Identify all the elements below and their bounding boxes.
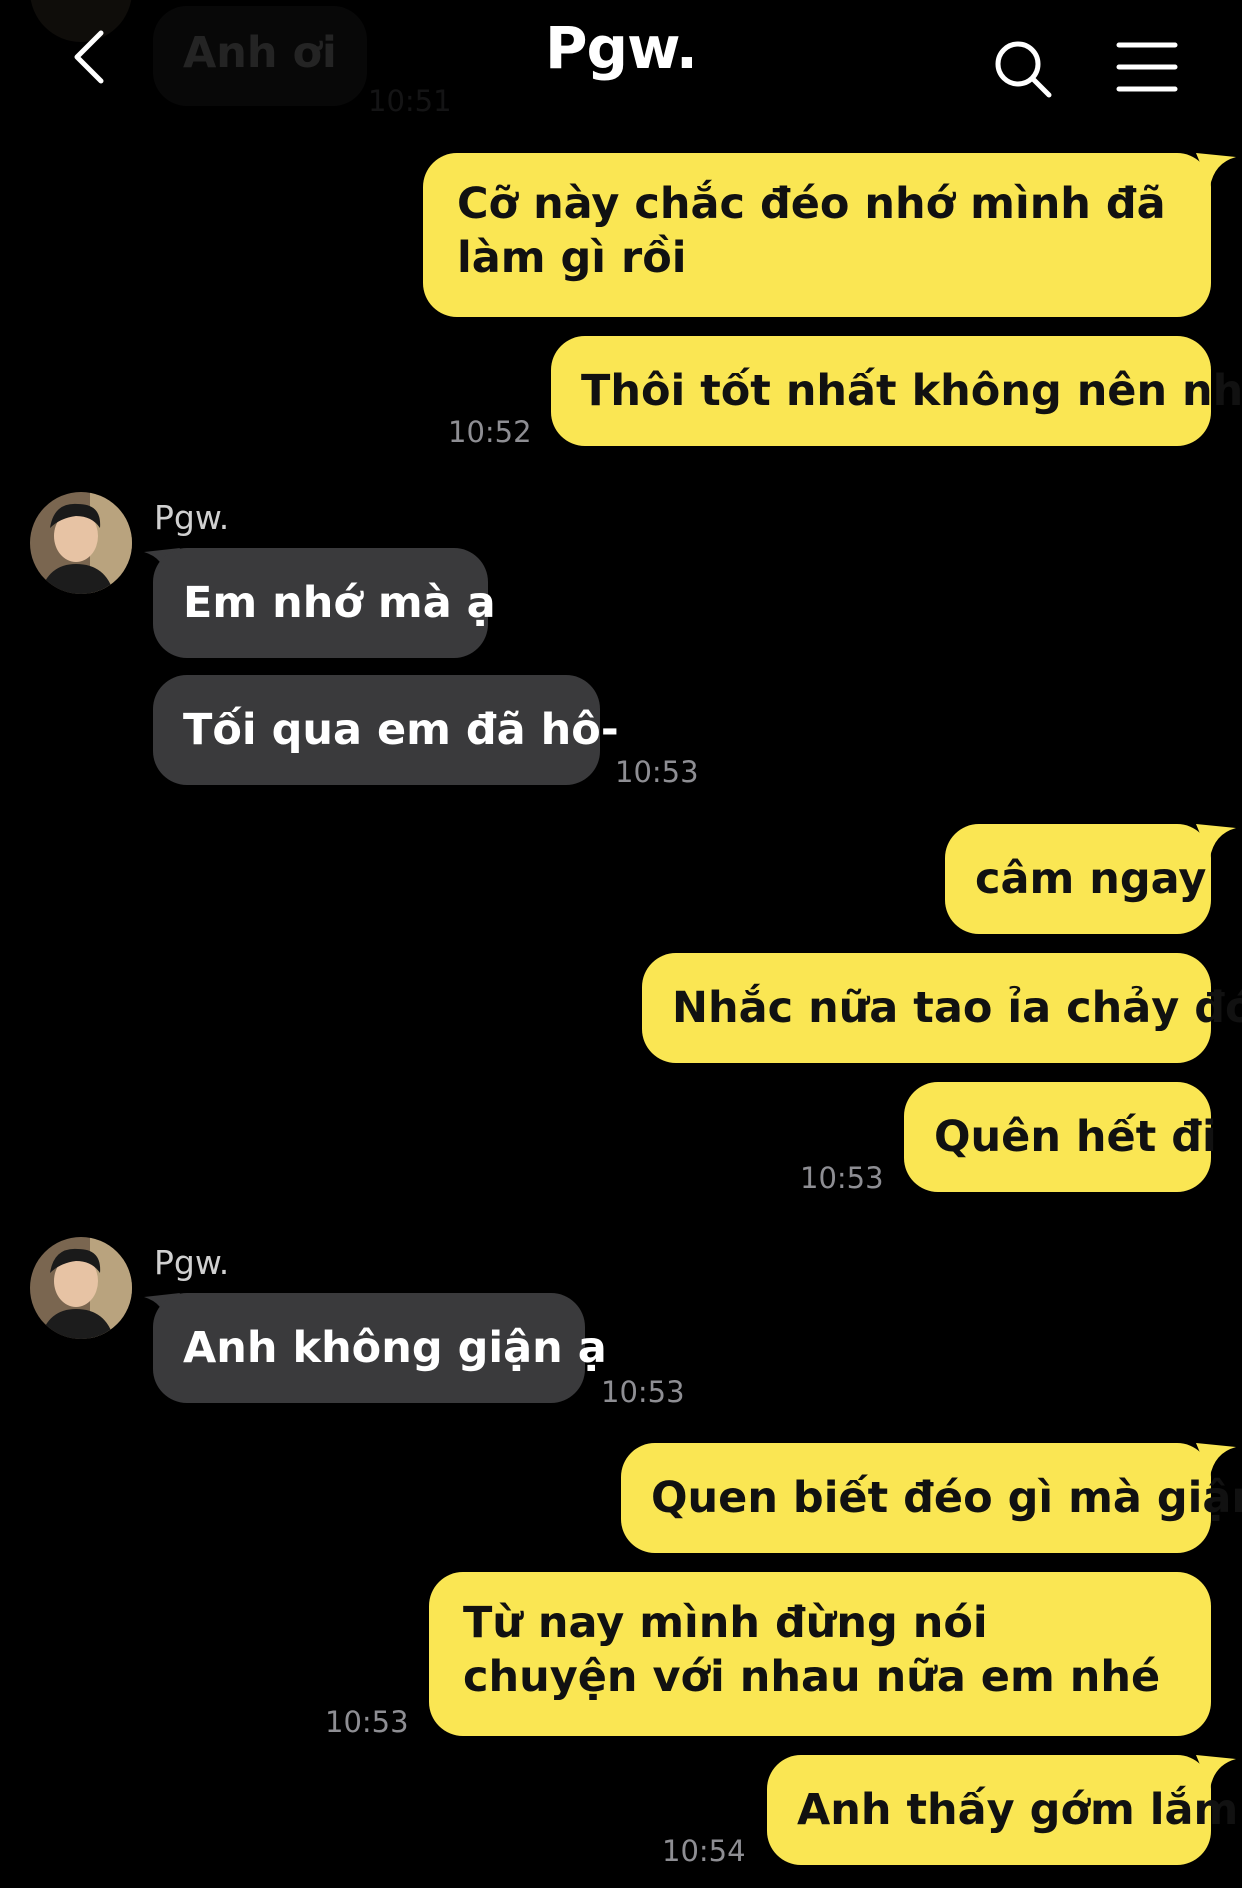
sender-name: Pgw. <box>154 498 230 537</box>
incoming-bubble[interactable]: Tối qua em đã hô- <box>153 675 619 785</box>
outgoing-bubble[interactable]: Cỡ này chắc đéo nhớ mình đã làm gì rồi <box>423 153 1211 317</box>
timestamp: 10:53 <box>615 755 699 789</box>
message-text: Thôi tốt nhất không nên nhớ <box>581 366 1242 416</box>
timestamp: 10:53 <box>800 1161 884 1195</box>
message-text: Nhắc nữa tao ỉa chảy đó <box>672 983 1242 1033</box>
chat-header: Pgw. <box>0 0 1242 120</box>
sender-name: Pgw. <box>154 1243 230 1282</box>
incoming-bubble[interactable]: Anh không giận ạ <box>153 1293 607 1403</box>
search-icon <box>995 41 1052 98</box>
message-text: Từ nay mình đừng nói chuyện với nhau nữa… <box>463 1598 1161 1702</box>
outgoing-bubble[interactable]: câm ngay <box>945 824 1211 934</box>
timestamp: 10:52 <box>448 415 532 449</box>
bubble-tail <box>1196 824 1236 858</box>
outgoing-bubble[interactable]: Nhắc nữa tao ỉa chảy đó <box>642 953 1242 1063</box>
hamburger-menu-icon <box>1116 42 1178 92</box>
outgoing-bubble[interactable]: Anh thấy gớm lắm <box>767 1755 1238 1865</box>
avatar-photo-icon <box>30 492 132 594</box>
message-text: Anh thấy gớm lắm <box>797 1785 1239 1835</box>
message-text: Tối qua em đã hô- <box>183 705 619 755</box>
outgoing-bubble[interactable]: Thôi tốt nhất không nên nhớ <box>551 336 1242 446</box>
menu-button[interactable] <box>1112 32 1182 102</box>
outgoing-bubble[interactable]: Quên hết đi <box>904 1082 1217 1192</box>
avatar[interactable] <box>30 492 132 594</box>
chat-screen: Anh ơi 10:51 Pgw. Cỡ này chắc đéo nhớ mì… <box>0 0 1242 1888</box>
outgoing-bubble[interactable]: Quen biết đéo gì mà giận <box>621 1443 1242 1553</box>
timestamp: 10:53 <box>601 1375 685 1409</box>
bubble-tail <box>1196 1755 1236 1789</box>
outgoing-bubble[interactable]: Từ nay mình đừng nói chuyện với nhau nữa… <box>429 1572 1211 1736</box>
timestamp: 10:54 <box>662 1834 746 1868</box>
message-text: câm ngay <box>975 854 1207 904</box>
bubble-tail <box>1196 1443 1236 1477</box>
search-button[interactable] <box>988 34 1058 104</box>
message-text: Quen biết đéo gì mà giận <box>651 1473 1242 1523</box>
message-text: Cỡ này chắc đéo nhớ mình đã làm gì rồi <box>457 179 1166 283</box>
avatar[interactable] <box>30 1237 132 1339</box>
incoming-bubble[interactable]: Em nhớ mà ạ <box>153 548 496 658</box>
avatar-photo-icon <box>30 1237 132 1339</box>
message-text: Quên hết đi <box>934 1112 1217 1162</box>
message-text: Anh không giận ạ <box>183 1323 607 1373</box>
message-text: Em nhớ mà ạ <box>183 578 496 628</box>
bubble-tail <box>1196 153 1236 187</box>
timestamp: 10:53 <box>325 1705 409 1739</box>
